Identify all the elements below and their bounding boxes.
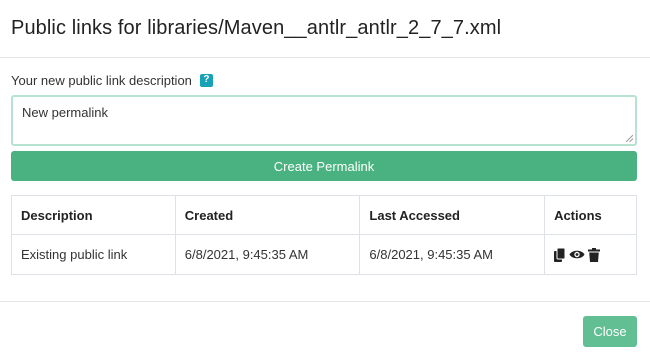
public-links-dialog: Public links for libraries/Maven__antlr_…	[0, 0, 650, 361]
dialog-title: Public links for libraries/Maven__antlr_…	[11, 17, 502, 39]
create-permalink-button[interactable]: Create Permalink	[11, 151, 637, 181]
header-actions: Actions	[544, 195, 637, 235]
header-last-accessed: Last Accessed	[359, 195, 546, 235]
dialog-body: Your new public link description ? Creat…	[11, 72, 638, 275]
resize-grip-icon[interactable]	[626, 135, 633, 142]
row-description: Existing public link	[11, 234, 176, 275]
close-button[interactable]: Close	[583, 316, 637, 347]
row-created: 6/8/2021, 9:45:35 AM	[174, 234, 361, 275]
description-label-row: Your new public link description ?	[11, 72, 638, 88]
table-header-row: Description Created Last Accessed Action…	[11, 195, 637, 235]
public-links-table: Description Created Last Accessed Action…	[11, 195, 637, 275]
table-row: Existing public link 6/8/2021, 9:45:35 A…	[11, 234, 637, 275]
dialog-header: Public links for libraries/Maven__antlr_…	[0, 0, 650, 58]
header-description: Description	[11, 195, 176, 235]
question-mark-icon[interactable]: ?	[199, 73, 213, 87]
row-actions	[544, 234, 637, 275]
row-action-group	[554, 247, 627, 262]
eye-icon[interactable]	[569, 249, 585, 260]
copy-icon[interactable]	[554, 247, 566, 262]
description-label: Your new public link description	[11, 72, 192, 88]
dialog-footer: Close	[0, 301, 650, 361]
description-input[interactable]	[11, 95, 637, 146]
header-created: Created	[174, 195, 361, 235]
row-last-accessed: 6/8/2021, 9:45:35 AM	[359, 234, 546, 275]
trash-icon[interactable]	[588, 247, 601, 262]
